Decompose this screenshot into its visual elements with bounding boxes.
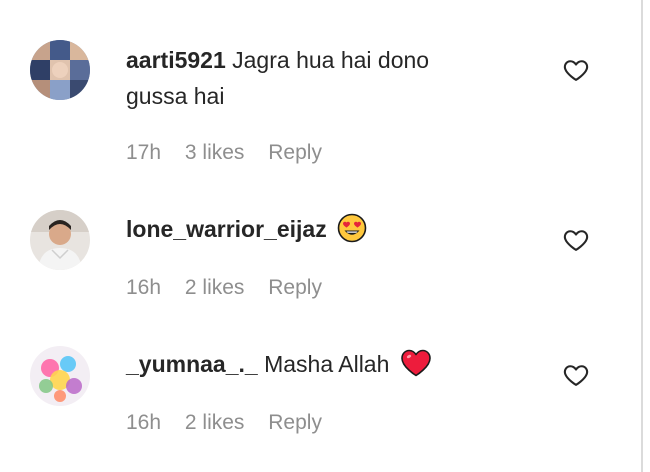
heart-outline-icon[interactable] — [562, 361, 590, 389]
comment-timestamp[interactable]: 16h — [126, 411, 161, 434]
avatar-colorful-icon[interactable] — [30, 346, 90, 406]
panel-divider — [641, 0, 643, 472]
reply-button[interactable]: Reply — [268, 141, 322, 164]
reply-button[interactable]: Reply — [268, 276, 322, 299]
heart-eyes-emoji — [337, 213, 367, 253]
comment-likes-count[interactable]: 2 likes — [185, 411, 245, 434]
avatar-person-icon[interactable] — [30, 210, 90, 270]
red-heart-emoji — [400, 348, 432, 388]
comment-likes-count[interactable]: 2 likes — [185, 276, 245, 299]
comment-username[interactable]: lone_warrior_eijaz — [126, 216, 327, 242]
comment-username[interactable]: aarti5921 — [126, 47, 226, 73]
heart-outline-icon[interactable] — [562, 226, 590, 254]
comment-timestamp[interactable]: 16h — [126, 276, 161, 299]
comment-text: Jagra hua hai dono — [232, 47, 430, 73]
reply-button[interactable]: Reply — [268, 411, 322, 434]
comment-username[interactable]: _yumnaa_._ — [126, 351, 258, 377]
comment-likes-count[interactable]: 3 likes — [185, 141, 245, 164]
comment-text-continued: gussa hai — [126, 83, 225, 109]
avatar-collage-icon[interactable] — [30, 40, 90, 100]
comment-timestamp[interactable]: 17h — [126, 141, 161, 164]
comment-text: Masha Allah — [264, 351, 390, 377]
heart-outline-icon[interactable] — [562, 56, 590, 84]
